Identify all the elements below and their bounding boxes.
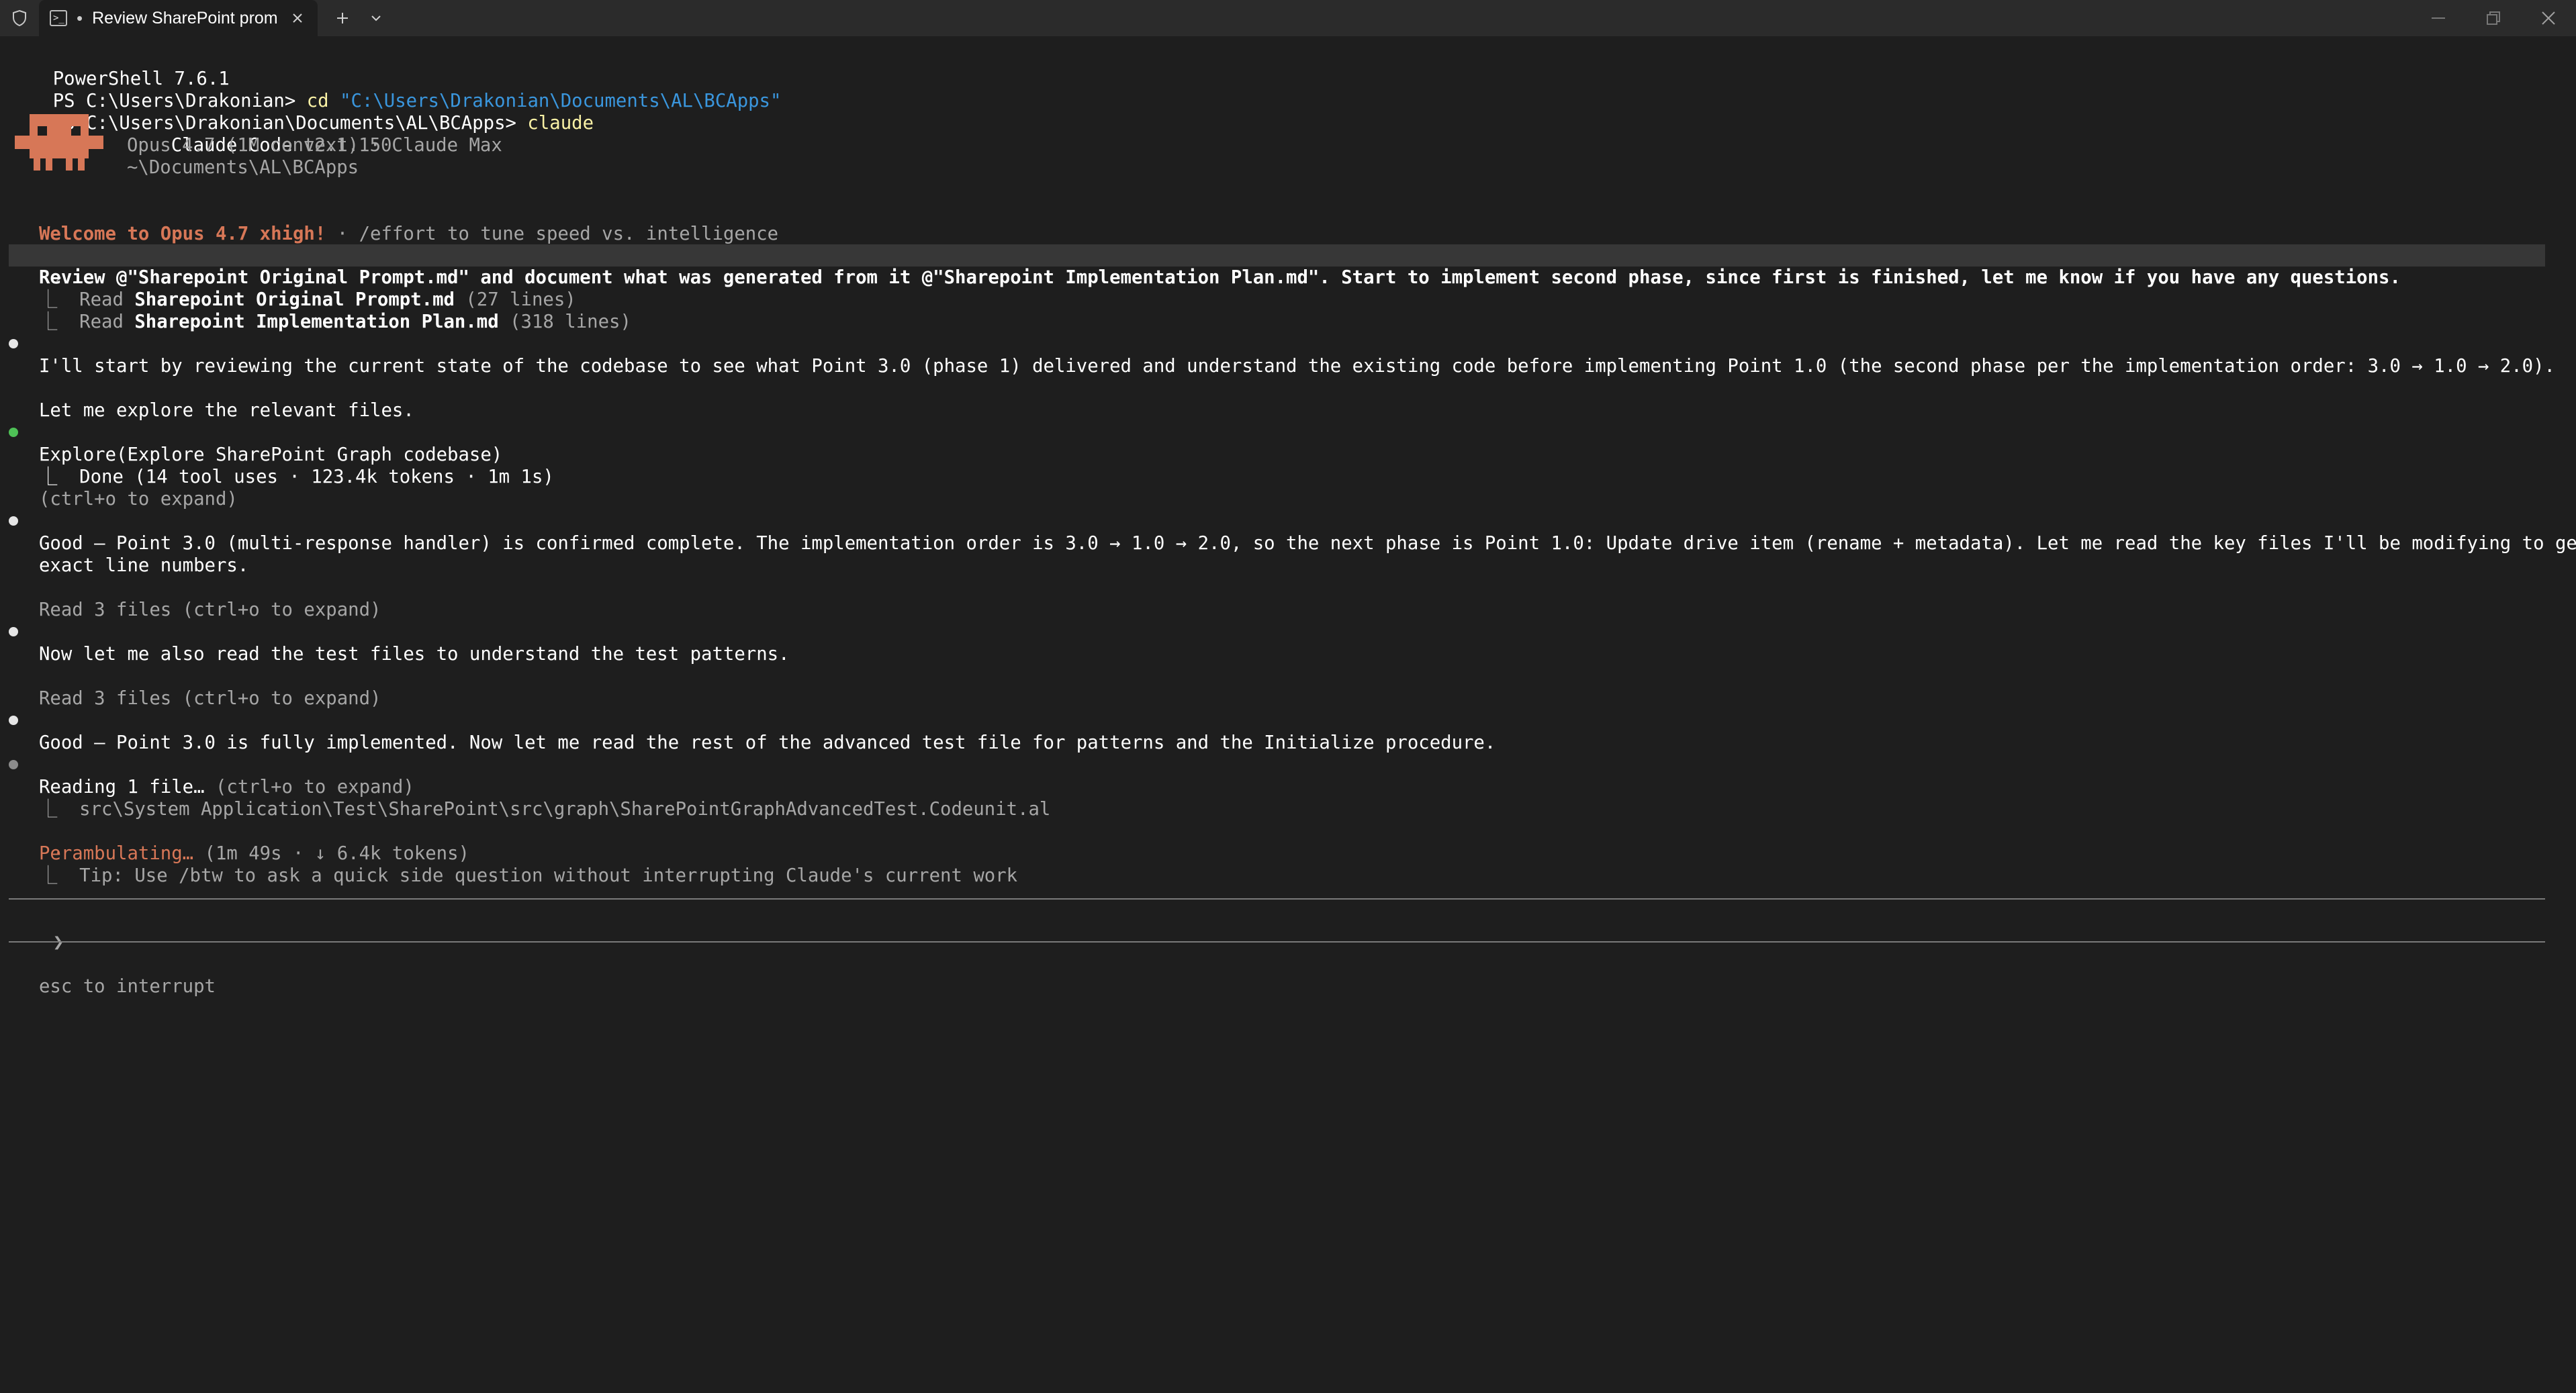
message-text: I'll start by reviewing the current stat… [39, 356, 2555, 377]
message-text: Now let me also read the test files to u… [39, 644, 790, 665]
footer-hint: esc to interrupt [9, 953, 216, 997]
powershell-icon: >_ [50, 10, 67, 26]
status-line: · Perambulating… (1m 49s · ↓ 6.4k tokens) [9, 820, 469, 864]
tab-activity-dot: • [77, 8, 83, 28]
message-text: Good — Point 3.0 (multi-response handler… [39, 533, 2576, 554]
minimize-icon [2432, 17, 2445, 19]
maximize-icon [2487, 11, 2500, 25]
message-text: Let me explore the relevant files. [39, 400, 414, 421]
chevron-down-icon [371, 15, 381, 21]
reading-tool-line[interactable]: Reading 1 file… (ctrl+o to expand) [9, 754, 414, 798]
user-prompt-line[interactable]: › Review @"Sharepoint Original Prompt.md"… [9, 244, 2401, 288]
effort-hint: · /effort to tune speed vs. intelligence [326, 224, 779, 244]
command-line-claude: PS C:\Users\Drakonian\Documents\AL\BCApp… [9, 90, 594, 134]
assistant-message: Good — Point 3.0 (multi-response handler… [9, 510, 2576, 554]
tip-text: ⎿ Tip: Use /btw to ask a quick side ques… [39, 865, 1018, 886]
claude-logo [15, 114, 103, 171]
plus-icon [337, 13, 348, 23]
window-controls [2411, 0, 2576, 36]
reading-label: Reading 1 file… [39, 777, 205, 798]
status-detail: (1m 49s · ↓ 6.4k tokens) [193, 843, 469, 864]
title-bar: >_ • Review SharePoint prompt [0, 0, 2576, 36]
assistant-message: I'll start by reviewing the current stat… [9, 333, 2555, 377]
maximize-button[interactable] [2466, 0, 2521, 36]
window-close-button[interactable] [2521, 0, 2576, 36]
file-name: Sharepoint Implementation Plan.md [134, 311, 499, 332]
tab-title: Review SharePoint prompt [92, 8, 279, 28]
terminal-output[interactable]: PowerShell 7.6.1 PS C:\Users\Drakonian> … [0, 36, 2576, 1393]
user-prompt-highlight [9, 244, 2545, 267]
expand-hint-text: (ctrl+o to expand) [39, 489, 238, 510]
assistant-message: Let me explore the relevant files. [9, 377, 414, 421]
close-icon[interactable] [288, 12, 307, 24]
powershell-version: PowerShell 7.6.1 [9, 46, 230, 89]
read-result-2: ⎿ Read Sharepoint Implementation Plan.md… [9, 289, 631, 332]
line-count: (318 lines) [498, 311, 631, 332]
status-word: Perambulating… [39, 843, 194, 864]
tab-dropdown-button[interactable] [359, 0, 393, 36]
command-name: claude [527, 113, 594, 134]
read-files-text: Read 3 files (ctrl+o to expand) [39, 688, 381, 709]
file-name: Sharepoint Original Prompt.md [134, 289, 455, 310]
expand-hint: (ctrl+o to expand) [9, 466, 238, 510]
tree-prefix: ⎿ Read [39, 311, 135, 332]
tree-prefix: ⎿ Read [39, 289, 135, 310]
message-text: Good — Point 3.0 is fully implemented. N… [39, 732, 1496, 753]
minimize-button[interactable] [2411, 0, 2466, 36]
assistant-message: Now let me also read the test files to u… [9, 621, 790, 665]
read-result-1: ⎿ Read Sharepoint Original Prompt.md (27… [9, 267, 576, 310]
header-app-line: Claude Code v2.1.150 [127, 112, 392, 156]
new-tab-button[interactable] [326, 0, 359, 36]
message-text: exact line numbers. [39, 555, 249, 576]
input-top-border [9, 898, 2545, 900]
explore-tool-result: ⎿ Done (14 tool uses · 123.4k tokens · 1… [9, 444, 554, 487]
user-prompt-text: Review @"Sharepoint Original Prompt.md" … [39, 267, 2401, 288]
shield-icon[interactable] [0, 0, 39, 36]
reading-path-line: ⎿ src\System Application\Test\SharePoint… [9, 776, 1050, 820]
tab-active[interactable]: >_ • Review SharePoint prompt [39, 0, 318, 36]
welcome-text: Welcome to Opus 4.7 xhigh! [39, 224, 326, 244]
read-files-summary[interactable]: Read 3 files (ctrl+o to expand) [9, 665, 381, 709]
header-model: Opus 4.7 (1M context) · Claude Max [127, 135, 502, 156]
assistant-message-cont: exact line numbers. [9, 532, 248, 576]
read-files-summary[interactable]: Read 3 files (ctrl+o to expand) [9, 577, 381, 620]
input-box[interactable]: ❯ [9, 909, 64, 953]
command-line-cd: PS C:\Users\Drakonian> cd "C:\Users\Drak… [9, 68, 782, 111]
file-path: ⎿ src\System Application\Test\SharePoint… [39, 799, 1051, 820]
line-count: (27 lines) [454, 289, 576, 310]
header-cwd: ~\Documents\AL\BCApps [127, 157, 359, 178]
footer-hint-text: esc to interrupt [39, 976, 216, 997]
tool-title: Explore(Explore SharePoint Graph codebas… [39, 444, 503, 465]
tool-result-text: ⎿ Done (14 tool uses · 123.4k tokens · 1… [39, 467, 554, 487]
assistant-message: Good — Point 3.0 is fully implemented. N… [9, 710, 1496, 753]
input-bottom-border [9, 941, 2545, 943]
tip-line: ⎿ Tip: Use /btw to ask a quick side ques… [9, 843, 1017, 886]
read-files-text: Read 3 files (ctrl+o to expand) [39, 599, 381, 620]
expand-hint-text: (ctrl+o to expand) [204, 777, 414, 798]
window-close-icon [2542, 11, 2555, 25]
explore-tool-line[interactable]: Explore(Explore SharePoint Graph codebas… [9, 422, 502, 465]
welcome-line: Welcome to Opus 4.7 xhigh! · /effort to … [9, 201, 778, 244]
